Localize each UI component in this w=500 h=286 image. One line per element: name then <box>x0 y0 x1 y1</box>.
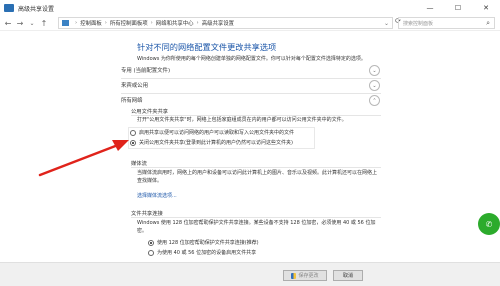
breadcrumb-control-panel[interactable]: 控制面板 <box>80 19 102 27</box>
maximize-button[interactable]: ☐ <box>444 0 472 16</box>
address-bar: ← → ⌄ ↑ › 控制面板 › 所有控制面板项 › 网络和共享中心 › 高级共… <box>0 16 500 31</box>
minimize-button[interactable]: — <box>416 0 444 16</box>
search-placeholder: 搜索控制面板 <box>403 20 434 27</box>
cancel-button[interactable]: 取消 <box>333 270 363 281</box>
window-title: 高级共享设置 <box>18 5 55 13</box>
search-icon: ⌕ <box>486 18 490 27</box>
section-all-networks-label: 所有网络 <box>121 98 143 104</box>
media-text: 当媒体流启用时，网络上的用户和设备可以访问此计算机上的图片、音乐以及视频。此计算… <box>137 170 378 184</box>
radio-40-56bit[interactable]: 为使用 40 或 56 位加密的设备启用文件共享 <box>148 249 256 256</box>
main-content: 针对不同的网络配置文件更改共享选项 Windows 为你所使用的每个网络创建单独… <box>0 31 500 262</box>
collapse-all-networks-icon[interactable]: ⌃ <box>369 95 380 106</box>
forward-arrow-icon[interactable]: → <box>14 17 26 29</box>
expand-guest-icon[interactable]: ⌄ <box>369 80 380 91</box>
window-controls: — ☐ ✕ <box>416 0 500 16</box>
close-button[interactable]: ✕ <box>472 0 500 16</box>
radio-enable-public-sharing[interactable]: 启用共享以便可以访问网络的用户可以读取和写入公用文件夹中的文件 <box>130 129 294 136</box>
media-options-link[interactable]: 选择媒体流选项... <box>137 192 177 199</box>
page-title: 针对不同的网络配置文件更改共享选项 <box>137 42 277 52</box>
uac-shield-icon <box>291 272 297 279</box>
radio-128bit[interactable]: 使用 128 位加密帮助保护文件共享连接(推荐) <box>148 239 259 246</box>
back-arrow-icon[interactable]: ← <box>2 17 14 29</box>
radio-button-selected[interactable] <box>148 239 154 246</box>
public-folder-text: 打开"公用文件夹共享"时，网络上包括家庭组成员在内的用户都可以访问公用文件夹中的… <box>137 117 347 123</box>
breadcrumb-network-center[interactable]: 网络和共享中心 <box>156 19 194 27</box>
file-sharing-title: 文件共享连接 <box>131 211 163 217</box>
chevron-down-icon[interactable]: ⌄ <box>26 17 38 29</box>
radio-button[interactable] <box>130 129 136 136</box>
breadcrumb-all-items[interactable]: 所有控制面板项 <box>110 19 148 27</box>
section-guest-public-label: 来宾或公用 <box>121 83 148 89</box>
section-guest-public[interactable]: 来宾或公用 <box>121 79 381 91</box>
section-private-label: 专用 (当前配置文件) <box>121 68 171 74</box>
network-icon <box>4 4 14 12</box>
media-title: 媒体流 <box>131 161 147 167</box>
page-description: Windows 为你所使用的每个网络创建单独的网络配置文件。你可以针对每个配置文… <box>137 56 366 62</box>
radio-button[interactable] <box>148 249 154 256</box>
up-arrow-icon[interactable]: ↑ <box>38 17 50 29</box>
footer-bar: 保存更改 取消 <box>0 262 500 286</box>
file-sharing-text: Windows 使用 128 位加密帮助保护文件共享连接。某些设备不支持 128… <box>137 220 376 234</box>
save-changes-button[interactable]: 保存更改 <box>283 270 327 281</box>
address-dropdown-icon[interactable]: ⌄ <box>384 20 389 27</box>
section-private[interactable]: 专用 (当前配置文件) <box>121 64 381 76</box>
public-folder-title: 公用文件夹共享 <box>131 109 169 115</box>
radio-button-selected[interactable] <box>130 139 136 146</box>
title-bar: 高级共享设置 — ☐ ✕ <box>0 0 500 16</box>
radio-disable-public-sharing[interactable]: 关闭公用文件夹共享(登录到此计算机的用户仍然可以访问这些文件夹) <box>130 139 293 146</box>
control-panel-icon <box>62 20 69 26</box>
breadcrumb-advanced-sharing[interactable]: 高级共享设置 <box>202 19 234 27</box>
breadcrumb[interactable]: › 控制面板 › 所有控制面板项 › 网络和共享中心 › 高级共享设置 ⌄ <box>58 17 393 29</box>
expand-private-icon[interactable]: ⌄ <box>369 65 380 76</box>
section-all-networks[interactable]: 所有网络 <box>121 94 381 106</box>
search-input[interactable]: 搜索控制面板 ⌕ <box>398 17 495 29</box>
chat-widget-icon[interactable]: ✆ <box>478 213 500 235</box>
